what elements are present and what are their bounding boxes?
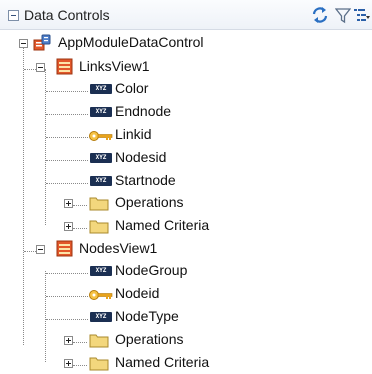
collapse-toggle-icon[interactable] (36, 63, 45, 72)
tree-node-view-nodes[interactable]: NodesView1 (0, 238, 372, 260)
tree-connector (46, 160, 88, 161)
tree-node-attribute[interactable]: XYZ Nodesid (0, 147, 372, 169)
tree-connector (46, 183, 88, 184)
tree-node-label: Linkid (115, 126, 152, 142)
folder-icon (89, 333, 109, 348)
tree-connector (73, 342, 87, 343)
attribute-icon: XYZ (90, 266, 112, 276)
tree-connector (73, 205, 87, 206)
data-controls-header: Data Controls (0, 0, 372, 30)
key-icon (88, 288, 114, 304)
tree-node-label: Color (115, 80, 149, 96)
view-object-icon (56, 240, 73, 257)
tree-node-label: Operations (115, 194, 184, 210)
tree-node-label: Named Criteria (115, 217, 210, 233)
view-options-icon[interactable] (353, 5, 371, 25)
tree-node-label: NodeType (115, 308, 179, 324)
folder-icon (89, 196, 109, 211)
tree-node-label: Named Criteria (115, 354, 210, 370)
tree-node-label: AppModuleDataControl (58, 34, 204, 50)
tree-node-attribute[interactable]: XYZ NodeType (0, 306, 372, 328)
refresh-icon[interactable] (310, 5, 330, 25)
collapse-toggle-icon[interactable] (19, 39, 28, 48)
tree-node-view-links[interactable]: LinksView1 (0, 56, 372, 78)
tree-node-attribute[interactable]: XYZ Startnode (0, 170, 372, 192)
tree-node-folder[interactable]: Operations (0, 192, 372, 214)
tree-connector (46, 319, 88, 320)
tree-node-label: Endnode (115, 103, 172, 119)
collapse-panel-icon[interactable] (8, 10, 19, 21)
tree-node-label: Nodesid (115, 149, 167, 165)
expand-toggle-icon[interactable] (64, 359, 73, 368)
collapse-toggle-icon[interactable] (36, 245, 45, 254)
data-controls-tree: AppModuleDataControl LinksView1 XYZ Colo… (0, 30, 372, 374)
tree-node-label: NodeGroup (115, 262, 188, 278)
tree-connector (46, 296, 88, 297)
tree-connector (24, 69, 36, 70)
tree-node-label: Startnode (115, 172, 176, 188)
filter-icon[interactable] (334, 5, 352, 25)
tree-connector (46, 91, 88, 92)
tree-connector (46, 137, 88, 138)
tree-node-attribute[interactable]: XYZ Color (0, 78, 372, 100)
panel-title: Data Controls (24, 7, 110, 23)
tree-node-attribute[interactable]: Nodeid (0, 283, 372, 305)
tree-node-attribute[interactable]: Linkid (0, 124, 372, 146)
tree-connector (73, 228, 87, 229)
tree-connector (46, 114, 88, 115)
expand-toggle-icon[interactable] (64, 199, 73, 208)
tree-node-attribute[interactable]: XYZ NodeGroup (0, 260, 372, 282)
attribute-icon: XYZ (90, 84, 112, 94)
attribute-icon: XYZ (90, 107, 112, 117)
view-object-icon (56, 58, 73, 75)
tree-node-folder[interactable]: Operations (0, 329, 372, 351)
tree-node-folder[interactable]: Named Criteria (0, 352, 372, 374)
folder-icon (89, 356, 109, 371)
data-control-icon (33, 34, 51, 51)
folder-icon (89, 219, 109, 234)
expand-toggle-icon[interactable] (64, 222, 73, 231)
tree-node-label: Operations (115, 331, 184, 347)
attribute-icon: XYZ (90, 153, 112, 163)
tree-node-root[interactable]: AppModuleDataControl (0, 32, 372, 54)
tree-node-label: LinksView1 (79, 58, 150, 74)
attribute-icon: XYZ (90, 176, 112, 186)
key-icon (88, 129, 114, 145)
tree-node-label: Nodeid (115, 285, 160, 301)
expand-toggle-icon[interactable] (64, 336, 73, 345)
tree-connector (46, 273, 88, 274)
tree-connector (24, 251, 36, 252)
tree-node-attribute[interactable]: XYZ Endnode (0, 101, 372, 123)
tree-node-label: NodesView1 (79, 240, 158, 256)
attribute-icon: XYZ (90, 312, 112, 322)
tree-connector (73, 365, 87, 366)
tree-node-folder[interactable]: Named Criteria (0, 215, 372, 237)
